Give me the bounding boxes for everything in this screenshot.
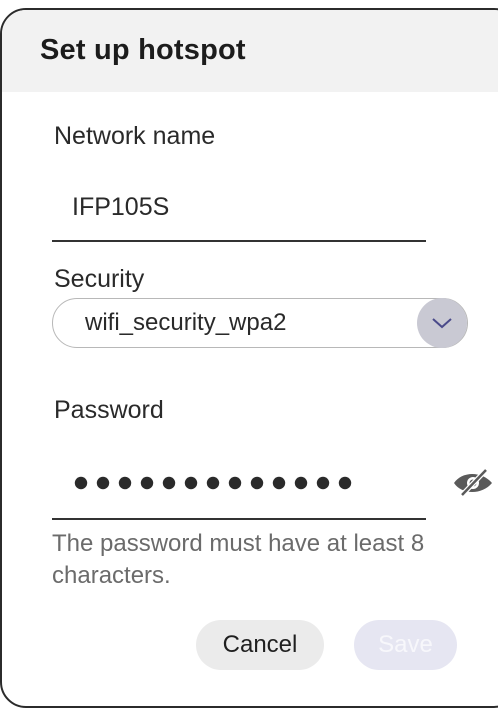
network-name-input[interactable]: IFP105S: [72, 193, 169, 222]
network-name-label: Network name: [54, 122, 216, 150]
security-label: Security: [54, 265, 145, 293]
security-select[interactable]: wifi_security_wpa2: [52, 298, 468, 348]
hotspot-dialog: Set up hotspot Network name IFP105S Secu…: [0, 8, 498, 708]
password-input[interactable]: [74, 473, 359, 493]
chevron-down-icon[interactable]: [417, 298, 467, 348]
password-underline: [52, 518, 426, 520]
eye-off-icon[interactable]: [452, 468, 492, 498]
password-label: Password: [54, 396, 164, 424]
dialog-header: Set up hotspot: [2, 10, 498, 92]
security-selected-value: wifi_security_wpa2: [85, 309, 287, 336]
save-button[interactable]: Save: [354, 620, 457, 670]
cancel-button[interactable]: Cancel: [196, 620, 324, 670]
network-name-underline: [52, 240, 426, 242]
password-helper-text: The password must have at least 8 charac…: [52, 530, 425, 589]
dialog-title: Set up hotspot: [40, 34, 246, 66]
